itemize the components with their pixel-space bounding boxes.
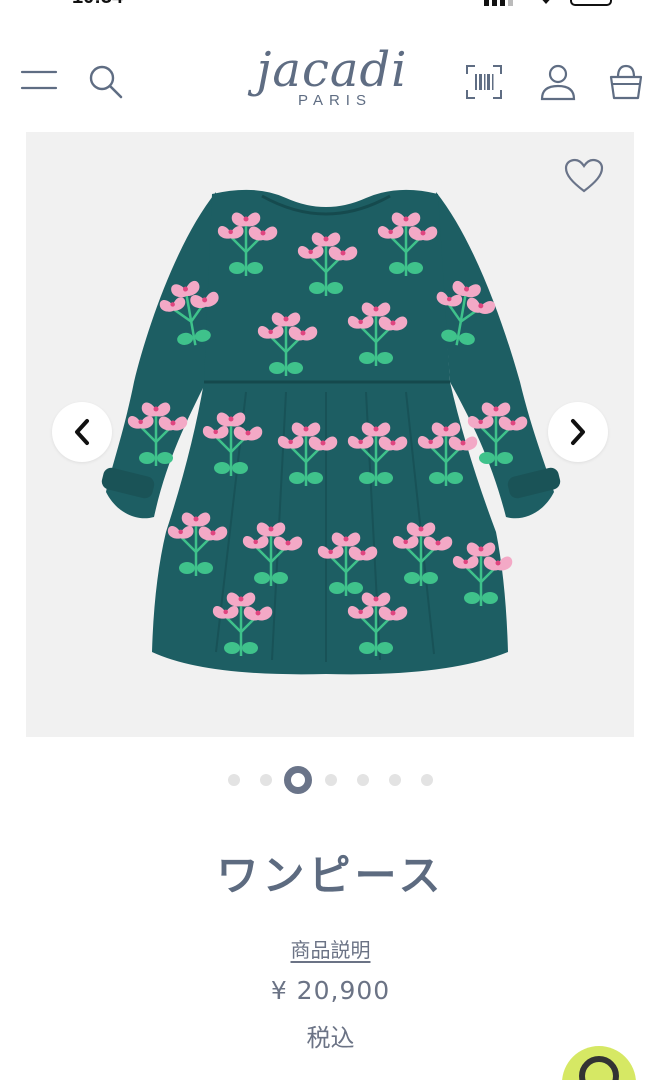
cellular-signal-icon <box>484 0 513 6</box>
status-time: 10:34 <box>72 0 123 9</box>
barcode-scan-button[interactable] <box>462 60 506 104</box>
carousel-dot-7[interactable] <box>421 774 433 786</box>
product-description-link-wrap: 商品説明 <box>0 934 661 963</box>
battery-icon <box>570 0 612 6</box>
shopping-bag-button[interactable] <box>604 60 648 104</box>
chat-icon <box>579 1056 619 1080</box>
previous-image-button[interactable] <box>52 402 112 462</box>
wifi-icon <box>542 0 550 4</box>
product-title: ワンピース <box>216 851 445 900</box>
product-image-gallery[interactable] <box>26 132 634 737</box>
logo-brand-text: jacadi <box>256 42 408 98</box>
carousel-dot-2[interactable] <box>260 774 272 786</box>
search-button[interactable] <box>84 60 128 104</box>
carousel-pagination <box>0 764 661 796</box>
shopping-bag-icon <box>609 64 643 100</box>
heart-icon <box>564 158 604 193</box>
chevron-left-icon <box>75 419 89 445</box>
account-icon <box>540 64 576 101</box>
carousel-dot-4[interactable] <box>325 774 337 786</box>
account-button[interactable] <box>536 60 580 104</box>
chevron-right-icon <box>571 419 585 445</box>
next-image-button[interactable] <box>548 402 608 462</box>
carousel-dot-1[interactable] <box>228 774 240 786</box>
search-icon <box>89 65 123 99</box>
menu-button[interactable] <box>18 62 60 98</box>
barcode-scan-icon <box>466 65 502 99</box>
carousel-dot-6[interactable] <box>389 774 401 786</box>
tax-included-note: 税込 <box>306 1024 355 1052</box>
product-price: ¥ 20,900 <box>270 976 391 1005</box>
product-description-link[interactable]: 商品説明 <box>291 938 371 962</box>
carousel-dot-3-active[interactable] <box>284 766 312 794</box>
favorite-button[interactable] <box>562 156 606 196</box>
status-bar: 10:34 <box>0 0 661 8</box>
carousel-dot-5[interactable] <box>357 774 369 786</box>
menu-icon <box>20 70 58 90</box>
site-header: jacadi PARIS <box>0 40 661 130</box>
brand-logo[interactable]: jacadi PARIS <box>246 42 418 122</box>
dress-image <box>101 189 561 675</box>
